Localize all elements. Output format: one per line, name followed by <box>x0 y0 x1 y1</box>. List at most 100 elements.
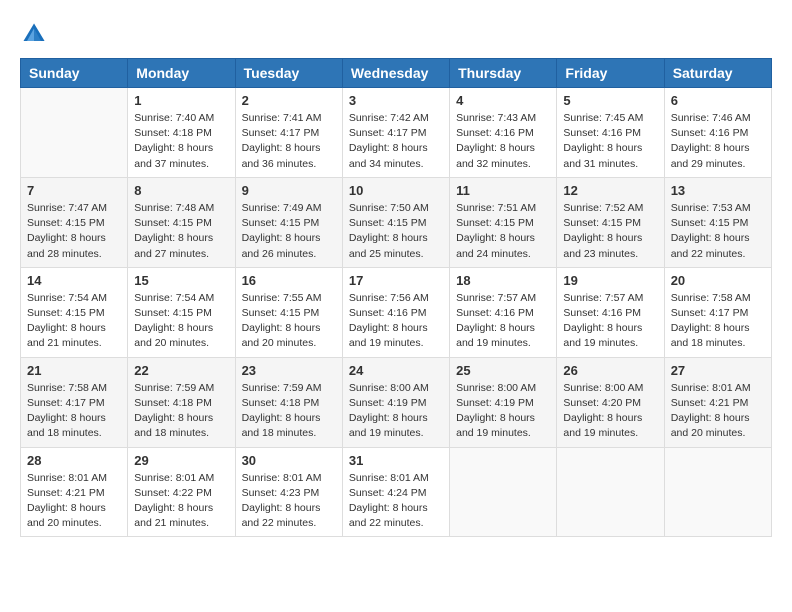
sunrise-text: Sunrise: 7:58 AM <box>27 381 121 396</box>
sunrise-text: Sunrise: 7:53 AM <box>671 201 765 216</box>
day-info: Sunrise: 7:49 AMSunset: 4:15 PMDaylight:… <box>242 201 336 262</box>
daylight-text: Daylight: 8 hours and 22 minutes. <box>349 501 443 531</box>
sunrise-text: Sunrise: 7:42 AM <box>349 111 443 126</box>
sunrise-text: Sunrise: 8:01 AM <box>134 471 228 486</box>
sunset-text: Sunset: 4:24 PM <box>349 486 443 501</box>
calendar-cell: 20Sunrise: 7:58 AMSunset: 4:17 PMDayligh… <box>664 267 771 357</box>
sunrise-text: Sunrise: 8:00 AM <box>563 381 657 396</box>
day-number: 12 <box>563 183 657 198</box>
daylight-text: Daylight: 8 hours and 21 minutes. <box>27 321 121 351</box>
sunset-text: Sunset: 4:23 PM <box>242 486 336 501</box>
daylight-text: Daylight: 8 hours and 20 minutes. <box>671 411 765 441</box>
day-number: 9 <box>242 183 336 198</box>
day-info: Sunrise: 7:51 AMSunset: 4:15 PMDaylight:… <box>456 201 550 262</box>
sunrise-text: Sunrise: 7:41 AM <box>242 111 336 126</box>
daylight-text: Daylight: 8 hours and 19 minutes. <box>563 411 657 441</box>
sunset-text: Sunset: 4:17 PM <box>671 306 765 321</box>
calendar-cell: 13Sunrise: 7:53 AMSunset: 4:15 PMDayligh… <box>664 177 771 267</box>
daylight-text: Daylight: 8 hours and 37 minutes. <box>134 141 228 171</box>
daylight-text: Daylight: 8 hours and 18 minutes. <box>27 411 121 441</box>
day-number: 20 <box>671 273 765 288</box>
sunset-text: Sunset: 4:18 PM <box>242 396 336 411</box>
daylight-text: Daylight: 8 hours and 27 minutes. <box>134 231 228 261</box>
day-number: 5 <box>563 93 657 108</box>
weekday-header: Tuesday <box>235 59 342 88</box>
daylight-text: Daylight: 8 hours and 36 minutes. <box>242 141 336 171</box>
day-number: 26 <box>563 363 657 378</box>
daylight-text: Daylight: 8 hours and 19 minutes. <box>349 411 443 441</box>
day-number: 24 <box>349 363 443 378</box>
daylight-text: Daylight: 8 hours and 20 minutes. <box>242 321 336 351</box>
day-number: 16 <box>242 273 336 288</box>
sunset-text: Sunset: 4:15 PM <box>134 216 228 231</box>
sunset-text: Sunset: 4:15 PM <box>456 216 550 231</box>
sunset-text: Sunset: 4:15 PM <box>349 216 443 231</box>
weekday-header: Friday <box>557 59 664 88</box>
day-number: 17 <box>349 273 443 288</box>
daylight-text: Daylight: 8 hours and 31 minutes. <box>563 141 657 171</box>
sunset-text: Sunset: 4:19 PM <box>456 396 550 411</box>
day-info: Sunrise: 8:00 AMSunset: 4:19 PMDaylight:… <box>456 381 550 442</box>
calendar-table: SundayMondayTuesdayWednesdayThursdayFrid… <box>20 58 772 537</box>
calendar-cell: 11Sunrise: 7:51 AMSunset: 4:15 PMDayligh… <box>450 177 557 267</box>
sunset-text: Sunset: 4:15 PM <box>563 216 657 231</box>
calendar-cell: 18Sunrise: 7:57 AMSunset: 4:16 PMDayligh… <box>450 267 557 357</box>
sunset-text: Sunset: 4:21 PM <box>671 396 765 411</box>
sunset-text: Sunset: 4:15 PM <box>27 216 121 231</box>
daylight-text: Daylight: 8 hours and 19 minutes. <box>349 321 443 351</box>
sunset-text: Sunset: 4:15 PM <box>671 216 765 231</box>
sunset-text: Sunset: 4:18 PM <box>134 126 228 141</box>
calendar-cell: 15Sunrise: 7:54 AMSunset: 4:15 PMDayligh… <box>128 267 235 357</box>
daylight-text: Daylight: 8 hours and 18 minutes. <box>671 321 765 351</box>
calendar-cell: 17Sunrise: 7:56 AMSunset: 4:16 PMDayligh… <box>342 267 449 357</box>
day-number: 30 <box>242 453 336 468</box>
daylight-text: Daylight: 8 hours and 23 minutes. <box>563 231 657 261</box>
day-number: 15 <box>134 273 228 288</box>
calendar-cell: 3Sunrise: 7:42 AMSunset: 4:17 PMDaylight… <box>342 88 449 178</box>
calendar-cell: 29Sunrise: 8:01 AMSunset: 4:22 PMDayligh… <box>128 447 235 537</box>
calendar-cell <box>557 447 664 537</box>
day-info: Sunrise: 7:46 AMSunset: 4:16 PMDaylight:… <box>671 111 765 172</box>
day-info: Sunrise: 8:00 AMSunset: 4:20 PMDaylight:… <box>563 381 657 442</box>
sunrise-text: Sunrise: 8:01 AM <box>242 471 336 486</box>
weekday-header: Saturday <box>664 59 771 88</box>
day-number: 21 <box>27 363 121 378</box>
day-number: 25 <box>456 363 550 378</box>
sunrise-text: Sunrise: 7:48 AM <box>134 201 228 216</box>
day-number: 19 <box>563 273 657 288</box>
sunset-text: Sunset: 4:17 PM <box>349 126 443 141</box>
sunrise-text: Sunrise: 7:40 AM <box>134 111 228 126</box>
sunrise-text: Sunrise: 7:55 AM <box>242 291 336 306</box>
sunrise-text: Sunrise: 7:57 AM <box>563 291 657 306</box>
calendar-cell <box>21 88 128 178</box>
sunrise-text: Sunrise: 7:52 AM <box>563 201 657 216</box>
daylight-text: Daylight: 8 hours and 21 minutes. <box>134 501 228 531</box>
calendar-cell: 1Sunrise: 7:40 AMSunset: 4:18 PMDaylight… <box>128 88 235 178</box>
day-info: Sunrise: 7:48 AMSunset: 4:15 PMDaylight:… <box>134 201 228 262</box>
day-info: Sunrise: 7:47 AMSunset: 4:15 PMDaylight:… <box>27 201 121 262</box>
day-info: Sunrise: 7:52 AMSunset: 4:15 PMDaylight:… <box>563 201 657 262</box>
daylight-text: Daylight: 8 hours and 18 minutes. <box>134 411 228 441</box>
sunrise-text: Sunrise: 7:46 AM <box>671 111 765 126</box>
daylight-text: Daylight: 8 hours and 32 minutes. <box>456 141 550 171</box>
daylight-text: Daylight: 8 hours and 24 minutes. <box>456 231 550 261</box>
sunrise-text: Sunrise: 7:56 AM <box>349 291 443 306</box>
calendar-cell: 16 Sunrise: 7:55 AMSunset: 4:15 PMDayligh… <box>235 267 342 357</box>
calendar-week-row: 14Sunrise: 7:54 AMSunset: 4:15 PMDayligh… <box>21 267 772 357</box>
sunrise-text: Sunrise: 7:51 AM <box>456 201 550 216</box>
sunset-text: Sunset: 4:22 PM <box>134 486 228 501</box>
calendar-cell: 10Sunrise: 7:50 AMSunset: 4:15 PMDayligh… <box>342 177 449 267</box>
calendar-cell: 12 Sunrise: 7:52 AMSunset: 4:15 PMDayligh… <box>557 177 664 267</box>
sunrise-text: Sunrise: 8:01 AM <box>349 471 443 486</box>
day-info: Sunrise: 7:55 AMSunset: 4:15 PMDaylight:… <box>242 291 336 352</box>
sunset-text: Sunset: 4:16 PM <box>456 306 550 321</box>
daylight-text: Daylight: 8 hours and 25 minutes. <box>349 231 443 261</box>
sunset-text: Sunset: 4:16 PM <box>563 306 657 321</box>
calendar-cell: 30Sunrise: 8:01 AMSunset: 4:23 PMDayligh… <box>235 447 342 537</box>
day-number: 14 <box>27 273 121 288</box>
daylight-text: Daylight: 8 hours and 28 minutes. <box>27 231 121 261</box>
day-number: 18 <box>456 273 550 288</box>
day-info: Sunrise: 7:59 AMSunset: 4:18 PMDaylight:… <box>134 381 228 442</box>
day-info: Sunrise: 8:01 AMSunset: 4:21 PMDaylight:… <box>671 381 765 442</box>
sunrise-text: Sunrise: 8:01 AM <box>27 471 121 486</box>
